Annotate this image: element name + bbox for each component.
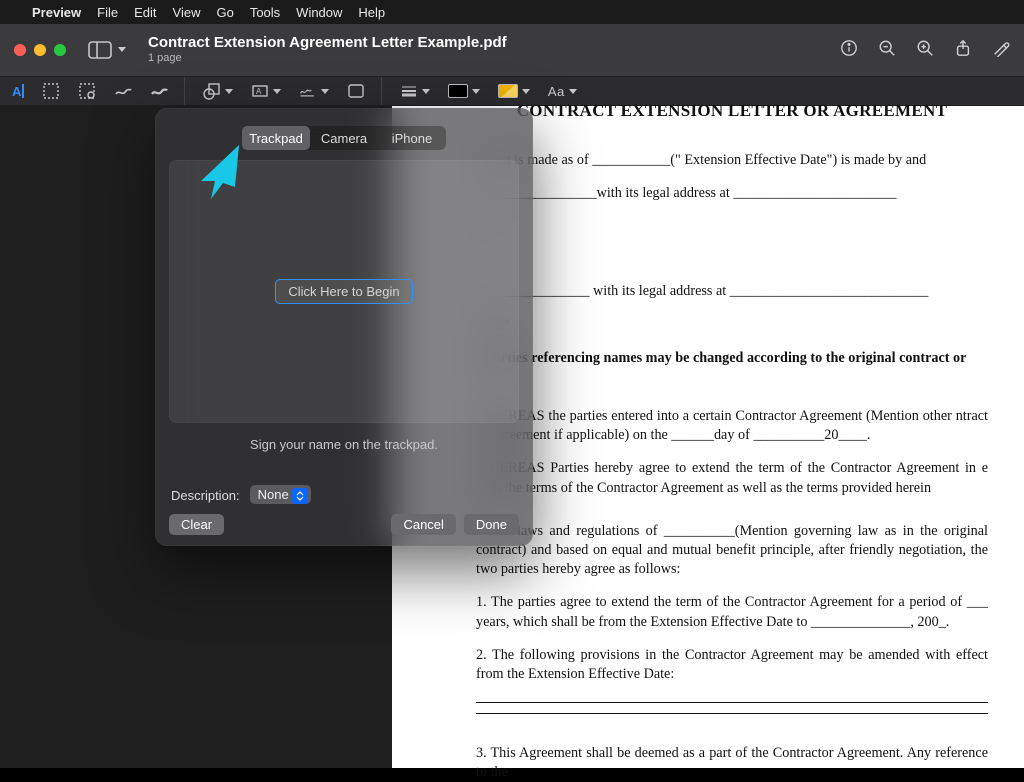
updown-chevron-icon	[292, 488, 308, 504]
svg-text:A: A	[256, 87, 262, 96]
sketch-tool[interactable]	[114, 82, 132, 100]
text-selection-tool[interactable]: A	[12, 84, 24, 99]
info-button[interactable]	[840, 39, 858, 62]
shapes-menu[interactable]	[203, 82, 233, 100]
stroke-color-menu[interactable]	[448, 84, 480, 98]
signature-hint: Sign your name on the trackpad.	[169, 437, 519, 452]
title-block: Contract Extension Agreement Letter Exam…	[148, 34, 507, 65]
menubar-help[interactable]: Help	[358, 5, 385, 20]
doc-line: WHEREAS the parties entered into a certa…	[476, 407, 988, 445]
menubar-window[interactable]: Window	[296, 5, 342, 20]
tab-trackpad[interactable]: Trackpad	[242, 126, 310, 150]
doc-line: 2. The following provisions in the Contr…	[476, 646, 988, 684]
begin-signature-button[interactable]: Click Here to Begin	[275, 279, 412, 304]
doc-line: )	[476, 374, 988, 393]
tab-camera[interactable]: Camera	[310, 126, 378, 150]
doc-rule	[476, 702, 988, 703]
tab-iphone[interactable]: iPhone	[378, 126, 446, 150]
sign-tool[interactable]	[299, 82, 329, 100]
done-button[interactable]: Done	[464, 514, 519, 535]
document-title: Contract Extension Agreement Letter Exam…	[148, 34, 507, 52]
doc-rule	[476, 713, 988, 714]
zoom-window-button[interactable]	[54, 44, 66, 56]
rect-selection-tool[interactable]	[42, 82, 60, 100]
line-weight-menu[interactable]	[400, 82, 430, 100]
annotation-arrow-cursor	[191, 141, 251, 201]
cancel-button[interactable]: Cancel	[391, 514, 455, 535]
minimize-window-button[interactable]	[34, 44, 46, 56]
menubar-tools[interactable]: Tools	[250, 5, 280, 20]
chevron-down-icon	[114, 41, 126, 59]
fill-color-menu[interactable]	[498, 84, 530, 98]
doc-line: er"	[476, 217, 988, 236]
doc-line: 3. This Agreement shall be deemed as a p…	[476, 744, 988, 782]
doc-line: WHEREAS Parties hereby agree to extend t…	[476, 459, 988, 497]
sidebar-toggle-button[interactable]	[88, 40, 126, 60]
markup-button[interactable]	[992, 39, 1010, 62]
doc-line: to the laws and regulations of _________…	[476, 522, 988, 580]
menubar-go[interactable]: Go	[216, 5, 233, 20]
share-button[interactable]	[954, 39, 972, 62]
page-count-label: 1 page	[148, 52, 507, 65]
instant-alpha-tool[interactable]	[78, 82, 96, 100]
text-style-menu[interactable]: Aa	[548, 84, 577, 99]
doc-line: ________________ with its legal address …	[476, 282, 988, 301]
close-window-button[interactable]	[14, 44, 26, 56]
zoom-out-button[interactable]	[878, 39, 896, 62]
zoom-in-button[interactable]	[916, 39, 934, 62]
window-controls	[14, 44, 66, 56]
text-tool[interactable]: A	[251, 82, 281, 100]
menubar-app[interactable]: Preview	[32, 5, 81, 20]
clear-button[interactable]: Clear	[169, 514, 224, 535]
menubar-view[interactable]: View	[173, 5, 201, 20]
doc-line: 1. The parties agree to extend the term …	[476, 593, 988, 631]
signature-source-tabs: Trackpad Camera iPhone	[242, 126, 446, 150]
doc-line: e parties referencing names may be chang…	[476, 349, 988, 368]
doc-line: actor"	[476, 316, 988, 335]
doc-line: _________________with its legal address …	[476, 184, 988, 203]
note-tool[interactable]	[347, 82, 365, 100]
doc-heading: CONTRACT EXTENSION LETTER OR AGREEMENT	[476, 100, 988, 123]
description-select[interactable]: None	[250, 486, 311, 504]
draw-tool[interactable]	[150, 82, 168, 100]
menubar-edit[interactable]: Edit	[134, 5, 156, 20]
description-label: Description:	[171, 488, 240, 503]
doc-line: ement is made as of ___________(" Extens…	[476, 151, 988, 170]
menubar: Preview File Edit View Go Tools Window H…	[0, 0, 1024, 24]
menubar-file[interactable]: File	[97, 5, 118, 20]
window-titlebar: Contract Extension Agreement Letter Exam…	[0, 24, 1024, 76]
